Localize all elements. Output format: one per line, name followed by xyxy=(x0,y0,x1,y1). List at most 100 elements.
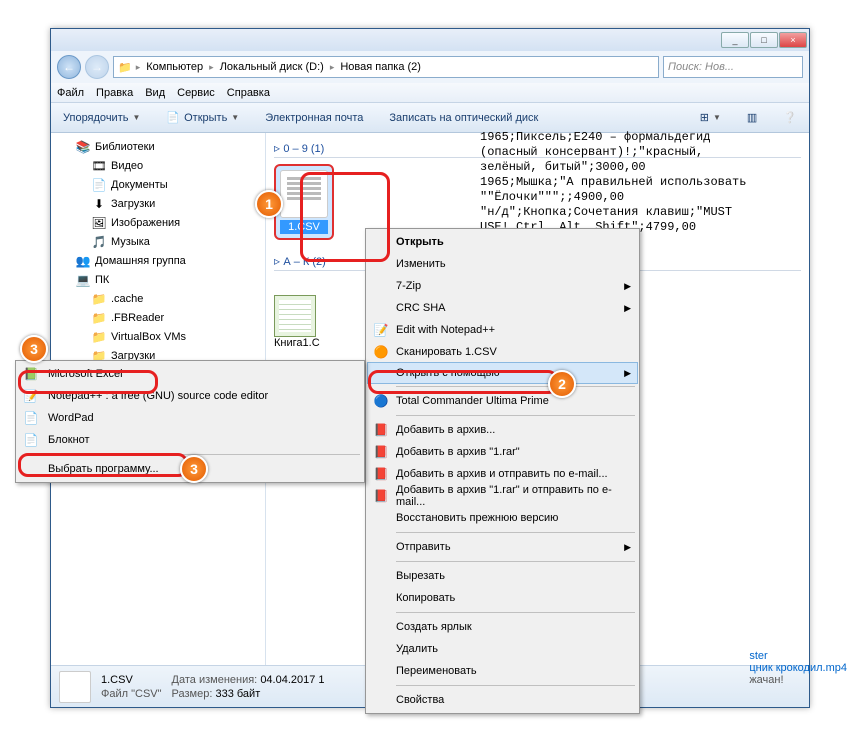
menu-label: Блокнот xyxy=(48,434,90,446)
callout-badge: 2 xyxy=(548,370,576,398)
menu-item[interactable]: Копировать xyxy=(368,587,637,609)
menu-file[interactable]: Файл xyxy=(57,87,84,99)
folder-icon: 📁 xyxy=(91,291,107,307)
label: Размер: xyxy=(172,688,213,700)
menu-item[interactable]: 🔵Total Commander Ultima Prime xyxy=(368,390,637,412)
tree-item[interactable]: 👥Домашняя группа xyxy=(51,251,265,270)
file-icon xyxy=(59,671,91,703)
back-button[interactable]: ← xyxy=(57,55,81,79)
tree-item[interactable]: 🎞Видео xyxy=(51,156,265,175)
menu-item[interactable]: Изменить xyxy=(368,253,637,275)
app-icon: 📝 xyxy=(372,321,390,339)
menu-label: Сканировать 1.CSV xyxy=(396,346,497,358)
folder-icon: 📚 xyxy=(75,139,91,155)
titlebar: _ □ × xyxy=(51,29,809,51)
breadcrumb[interactable]: Компьютер xyxy=(144,61,205,73)
excel-file-icon xyxy=(274,295,316,337)
menu-item[interactable]: Восстановить прежнюю версию xyxy=(368,507,637,529)
menu-label: Восстановить прежнюю версию xyxy=(396,512,558,524)
file-item-selected[interactable]: 1.CSV xyxy=(274,164,334,240)
tree-item[interactable]: 📁 .cache xyxy=(51,289,265,308)
callout-badge: 1 xyxy=(255,190,283,218)
help-button[interactable]: ❔ xyxy=(777,109,803,126)
view-options-button[interactable]: ⊞ ▼ xyxy=(694,109,727,126)
menu-view[interactable]: Вид xyxy=(145,87,165,99)
menu-item[interactable]: 📕 Добавить в архив "1.rar" и отправить по… xyxy=(368,485,637,507)
tree-item[interactable]: 📚 Библиотеки xyxy=(51,137,265,156)
folder-icon: 🖼 xyxy=(91,215,107,231)
menu-item[interactable]: 📕Добавить в архив... xyxy=(368,419,637,441)
menu-item[interactable]: Отправить▶ xyxy=(368,536,637,558)
tree-label: VirtualBox VMs xyxy=(111,331,186,343)
folder-icon: 📄 xyxy=(91,177,107,193)
breadcrumb[interactable]: Локальный диск (D:) xyxy=(218,61,326,73)
menu-item[interactable]: 📄 Блокнот xyxy=(18,429,362,451)
menu-item[interactable]: 7-Zip▶ xyxy=(368,275,637,297)
preview-pane: 1965;Пиксель;E240 – формальдегид (опасны… xyxy=(480,130,820,235)
folder-icon: 🎵 xyxy=(91,234,107,250)
search-input[interactable]: Поиск: Нов... xyxy=(663,56,803,78)
app-icon: 🟠 xyxy=(372,343,390,361)
app-icon: 📄 xyxy=(22,431,40,449)
folder-icon: 👥 xyxy=(75,253,91,269)
file-item[interactable]: Книга1.С xyxy=(274,295,320,349)
tree-item[interactable]: 💻ПК xyxy=(51,270,265,289)
menu-label: 7-Zip xyxy=(396,280,421,292)
menu-label: Notepad++ : a free (GNU) source code edi… xyxy=(48,390,268,402)
app-icon: 📕 xyxy=(372,487,390,505)
menu-item[interactable]: 📕Добавить в архив и отправить по e-mail.… xyxy=(368,463,637,485)
menu-label: Добавить в архив и отправить по e-mail..… xyxy=(396,468,608,480)
menu-label: Изменить xyxy=(396,258,446,270)
chevron-right-icon: ▸ xyxy=(209,62,214,73)
file-label: 1.CSV xyxy=(280,220,328,234)
chevron-right-icon: ▶ xyxy=(624,303,631,314)
open-button[interactable]: 📄Открыть▼ xyxy=(160,109,245,126)
app-icon: 📝 xyxy=(22,387,40,405)
menu-item[interactable]: 🟠 Сканировать 1.CSV xyxy=(368,341,637,363)
file-label: Книга1.С xyxy=(274,337,320,349)
tree-item[interactable]: 🖼 Изображения xyxy=(51,213,265,232)
tree-item[interactable]: ⬇Загрузки xyxy=(51,194,265,213)
app-icon: 📕 xyxy=(372,443,390,461)
menu-item[interactable]: 📕Добавить в архив "1.rar" xyxy=(368,441,637,463)
menu-help[interactable]: Справка xyxy=(227,87,270,99)
menu-item[interactable]: 📗Microsoft Excel xyxy=(18,363,362,385)
menu-item[interactable]: Вырезать xyxy=(368,565,637,587)
menu-tools[interactable]: Сервис xyxy=(177,87,215,99)
menu-item[interactable]: Открыть с помощью▶ xyxy=(367,362,638,384)
menu-label: Создать ярлык xyxy=(396,621,472,633)
close-button[interactable]: × xyxy=(779,32,807,48)
chevron-right-icon: ▶ xyxy=(624,542,631,553)
menu-item[interactable]: Создать ярлык xyxy=(368,616,637,638)
organize-button[interactable]: Упорядочить▼ xyxy=(57,110,146,126)
menu-item[interactable]: Переименовать xyxy=(368,660,637,682)
menu-item[interactable]: CRC SHA▶ xyxy=(368,297,637,319)
tree-label: Изображения xyxy=(111,217,180,229)
menu-item[interactable]: 📄WordPad xyxy=(18,407,362,429)
app-icon: 📕 xyxy=(372,421,390,439)
tree-item[interactable]: 📄Документы xyxy=(51,175,265,194)
chevron-down-icon: ▼ xyxy=(231,113,239,122)
tree-item[interactable]: 📁VirtualBox VMs xyxy=(51,327,265,346)
menu-item[interactable]: Открыть xyxy=(368,231,637,253)
menu-item[interactable]: Свойства xyxy=(368,689,637,711)
email-button[interactable]: Электронная почта xyxy=(259,110,369,126)
folder-icon: ⬇ xyxy=(91,196,107,212)
tree-item[interactable]: 🎵Музыка xyxy=(51,232,265,251)
menu-label: Добавить в архив "1.rar" и отправить по … xyxy=(396,484,617,508)
preview-pane-button[interactable]: ▥ xyxy=(741,109,763,126)
breadcrumb[interactable]: Новая папка (2) xyxy=(338,61,423,73)
tree-label: .cache xyxy=(111,293,143,305)
forward-button[interactable]: → xyxy=(85,55,109,79)
menu-edit[interactable]: Правка xyxy=(96,87,133,99)
burn-button[interactable]: Записать на оптический диск xyxy=(383,110,544,126)
tree-item[interactable]: 📁.FBReader xyxy=(51,308,265,327)
tree-label: ПК xyxy=(95,274,109,286)
maximize-button[interactable]: □ xyxy=(750,32,778,48)
menu-item[interactable]: 📝Edit with Notepad++ xyxy=(368,319,637,341)
minimize-button[interactable]: _ xyxy=(721,32,749,48)
tree-label: Библиотеки xyxy=(95,141,155,153)
menu-item[interactable]: Удалить xyxy=(368,638,637,660)
menu-item[interactable]: 📝 Notepad++ : a free (GNU) source code ed… xyxy=(18,385,362,407)
address-bar[interactable]: 📁 ▸ Компьютер ▸ Локальный диск (D:) ▸ Но… xyxy=(113,56,659,78)
